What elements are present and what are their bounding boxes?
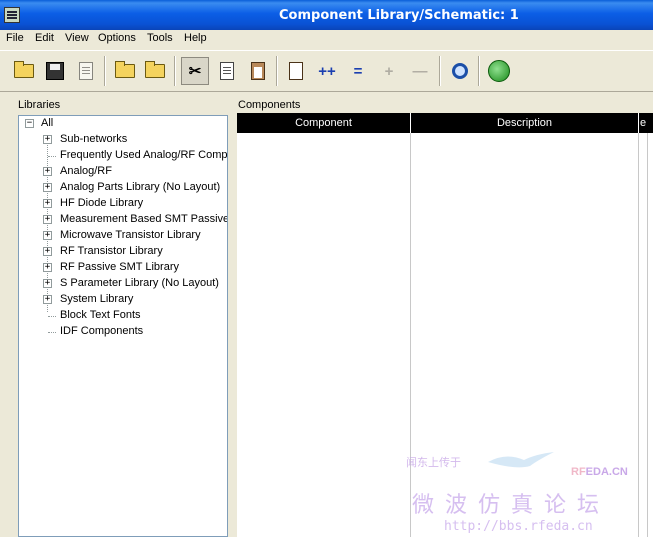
tree-item-label: S Parameter Library (No Layout) xyxy=(60,277,219,289)
title-bar: Component Library/Schematic: 1 xyxy=(0,0,653,30)
menu-view[interactable]: View xyxy=(65,32,89,44)
tree-item-label: Sub-networks xyxy=(60,133,128,145)
search-button[interactable] xyxy=(446,57,474,85)
search-zoom-icon xyxy=(452,63,468,79)
library-button[interactable] xyxy=(111,57,139,85)
expand-icon[interactable]: + xyxy=(43,183,52,192)
globe-icon xyxy=(488,60,510,82)
components-label: Components xyxy=(238,99,301,111)
tree-item-label: Frequently Used Analog/RF Compo xyxy=(60,149,228,161)
toolbar-separator xyxy=(104,56,106,86)
tree-item-label: Microwave Transistor Library xyxy=(60,229,201,241)
column-divider xyxy=(647,133,648,537)
library-button-2[interactable] xyxy=(141,57,169,85)
minus-button[interactable]: — xyxy=(406,57,434,85)
expand-icon[interactable]: + xyxy=(43,247,52,256)
app-system-icon[interactable] xyxy=(4,7,20,23)
window-title: Component Library/Schematic: 1 xyxy=(279,8,519,23)
tree-item-label: IDF Components xyxy=(60,325,144,337)
toolbar-separator xyxy=(478,56,480,86)
watermark-chinese: 微 波 仿 真 论 坛 xyxy=(412,493,601,518)
tree-item-label: RF Transistor Library xyxy=(60,245,163,257)
menu-bar: File Edit View Options Tools Help xyxy=(0,30,653,48)
column-divider xyxy=(638,133,639,537)
tree-item-label: System Library xyxy=(60,293,134,305)
open-folder-icon xyxy=(14,61,34,78)
menu-edit[interactable]: Edit xyxy=(35,32,54,44)
plus-button[interactable]: + xyxy=(375,57,403,85)
tree-item-label: Measurement Based SMT Passive xyxy=(60,213,228,225)
expand-icon[interactable]: + xyxy=(43,135,52,144)
menu-tools[interactable]: Tools xyxy=(147,32,173,44)
expand-icon[interactable]: + xyxy=(43,167,52,176)
expand-icon[interactable]: + xyxy=(43,231,52,240)
libraries-label: Libraries xyxy=(18,99,61,111)
library-folder-icon xyxy=(115,61,135,78)
plus-disabled-icon: + xyxy=(384,62,394,80)
paste-button[interactable] xyxy=(244,57,272,85)
column-header-description[interactable]: Description xyxy=(411,113,638,133)
equals-button[interactable]: = xyxy=(344,57,372,85)
tree-connector xyxy=(48,332,56,333)
add-button[interactable]: ++ xyxy=(313,57,341,85)
column-header-extra[interactable]: e xyxy=(639,113,653,133)
save-button[interactable] xyxy=(41,57,69,85)
tree-item-label: RF Passive SMT Library xyxy=(60,261,179,273)
open-button[interactable] xyxy=(10,57,38,85)
tree-item-label: Block Text Fonts xyxy=(60,309,141,321)
copy-icon xyxy=(220,62,234,80)
column-divider xyxy=(410,133,411,537)
web-button[interactable] xyxy=(485,57,513,85)
menu-file[interactable]: File xyxy=(6,32,24,44)
expand-icon[interactable]: + xyxy=(43,279,52,288)
toolbar-separator xyxy=(276,56,278,86)
expand-icon[interactable]: + xyxy=(43,199,52,208)
collapse-icon[interactable]: − xyxy=(25,119,34,128)
refresh-button[interactable] xyxy=(282,57,310,85)
toolbar: ✂ ++ = + — xyxy=(0,50,653,92)
tree-root-label: All xyxy=(41,117,54,129)
watermark-bird-logo xyxy=(486,450,556,472)
delete-icon xyxy=(79,62,93,80)
expand-icon[interactable]: + xyxy=(43,263,52,272)
delete-button[interactable] xyxy=(72,57,100,85)
column-header-component[interactable]: Component xyxy=(237,113,410,133)
watermark-brand: RFEDA.CN xyxy=(571,466,628,478)
tree-item-label: Analog/RF xyxy=(60,165,112,177)
expand-icon[interactable]: + xyxy=(43,215,52,224)
toolbar-separator xyxy=(174,56,176,86)
toolbar-separator xyxy=(439,56,441,86)
minus-disabled-icon: — xyxy=(412,62,428,80)
watermark-url: http://bbs.rfeda.cn xyxy=(444,519,593,534)
add-icon: ++ xyxy=(318,62,336,80)
save-disk-icon xyxy=(46,62,64,80)
cut-icon: ✂ xyxy=(188,63,202,80)
cut-button[interactable]: ✂ xyxy=(181,57,209,85)
refresh-icon xyxy=(289,62,303,80)
menu-options[interactable]: Options xyxy=(98,32,136,44)
libraries-tree[interactable]: − All + Sub-networks Frequently Used Analo… xyxy=(18,115,228,537)
library-folder-2-icon xyxy=(145,61,165,78)
equals-icon: = xyxy=(353,62,363,80)
tree-connector xyxy=(48,156,56,157)
copy-button[interactable] xyxy=(213,57,241,85)
watermark-top-text: 闻东上传于 xyxy=(406,457,461,469)
paste-icon xyxy=(251,62,265,80)
tree-item-label: Analog Parts Library (No Layout) xyxy=(60,181,221,193)
tree-item-label: HF Diode Library xyxy=(60,197,144,209)
expand-icon[interactable]: + xyxy=(43,295,52,304)
tree-connector xyxy=(48,316,56,317)
menu-help[interactable]: Help xyxy=(184,32,207,44)
